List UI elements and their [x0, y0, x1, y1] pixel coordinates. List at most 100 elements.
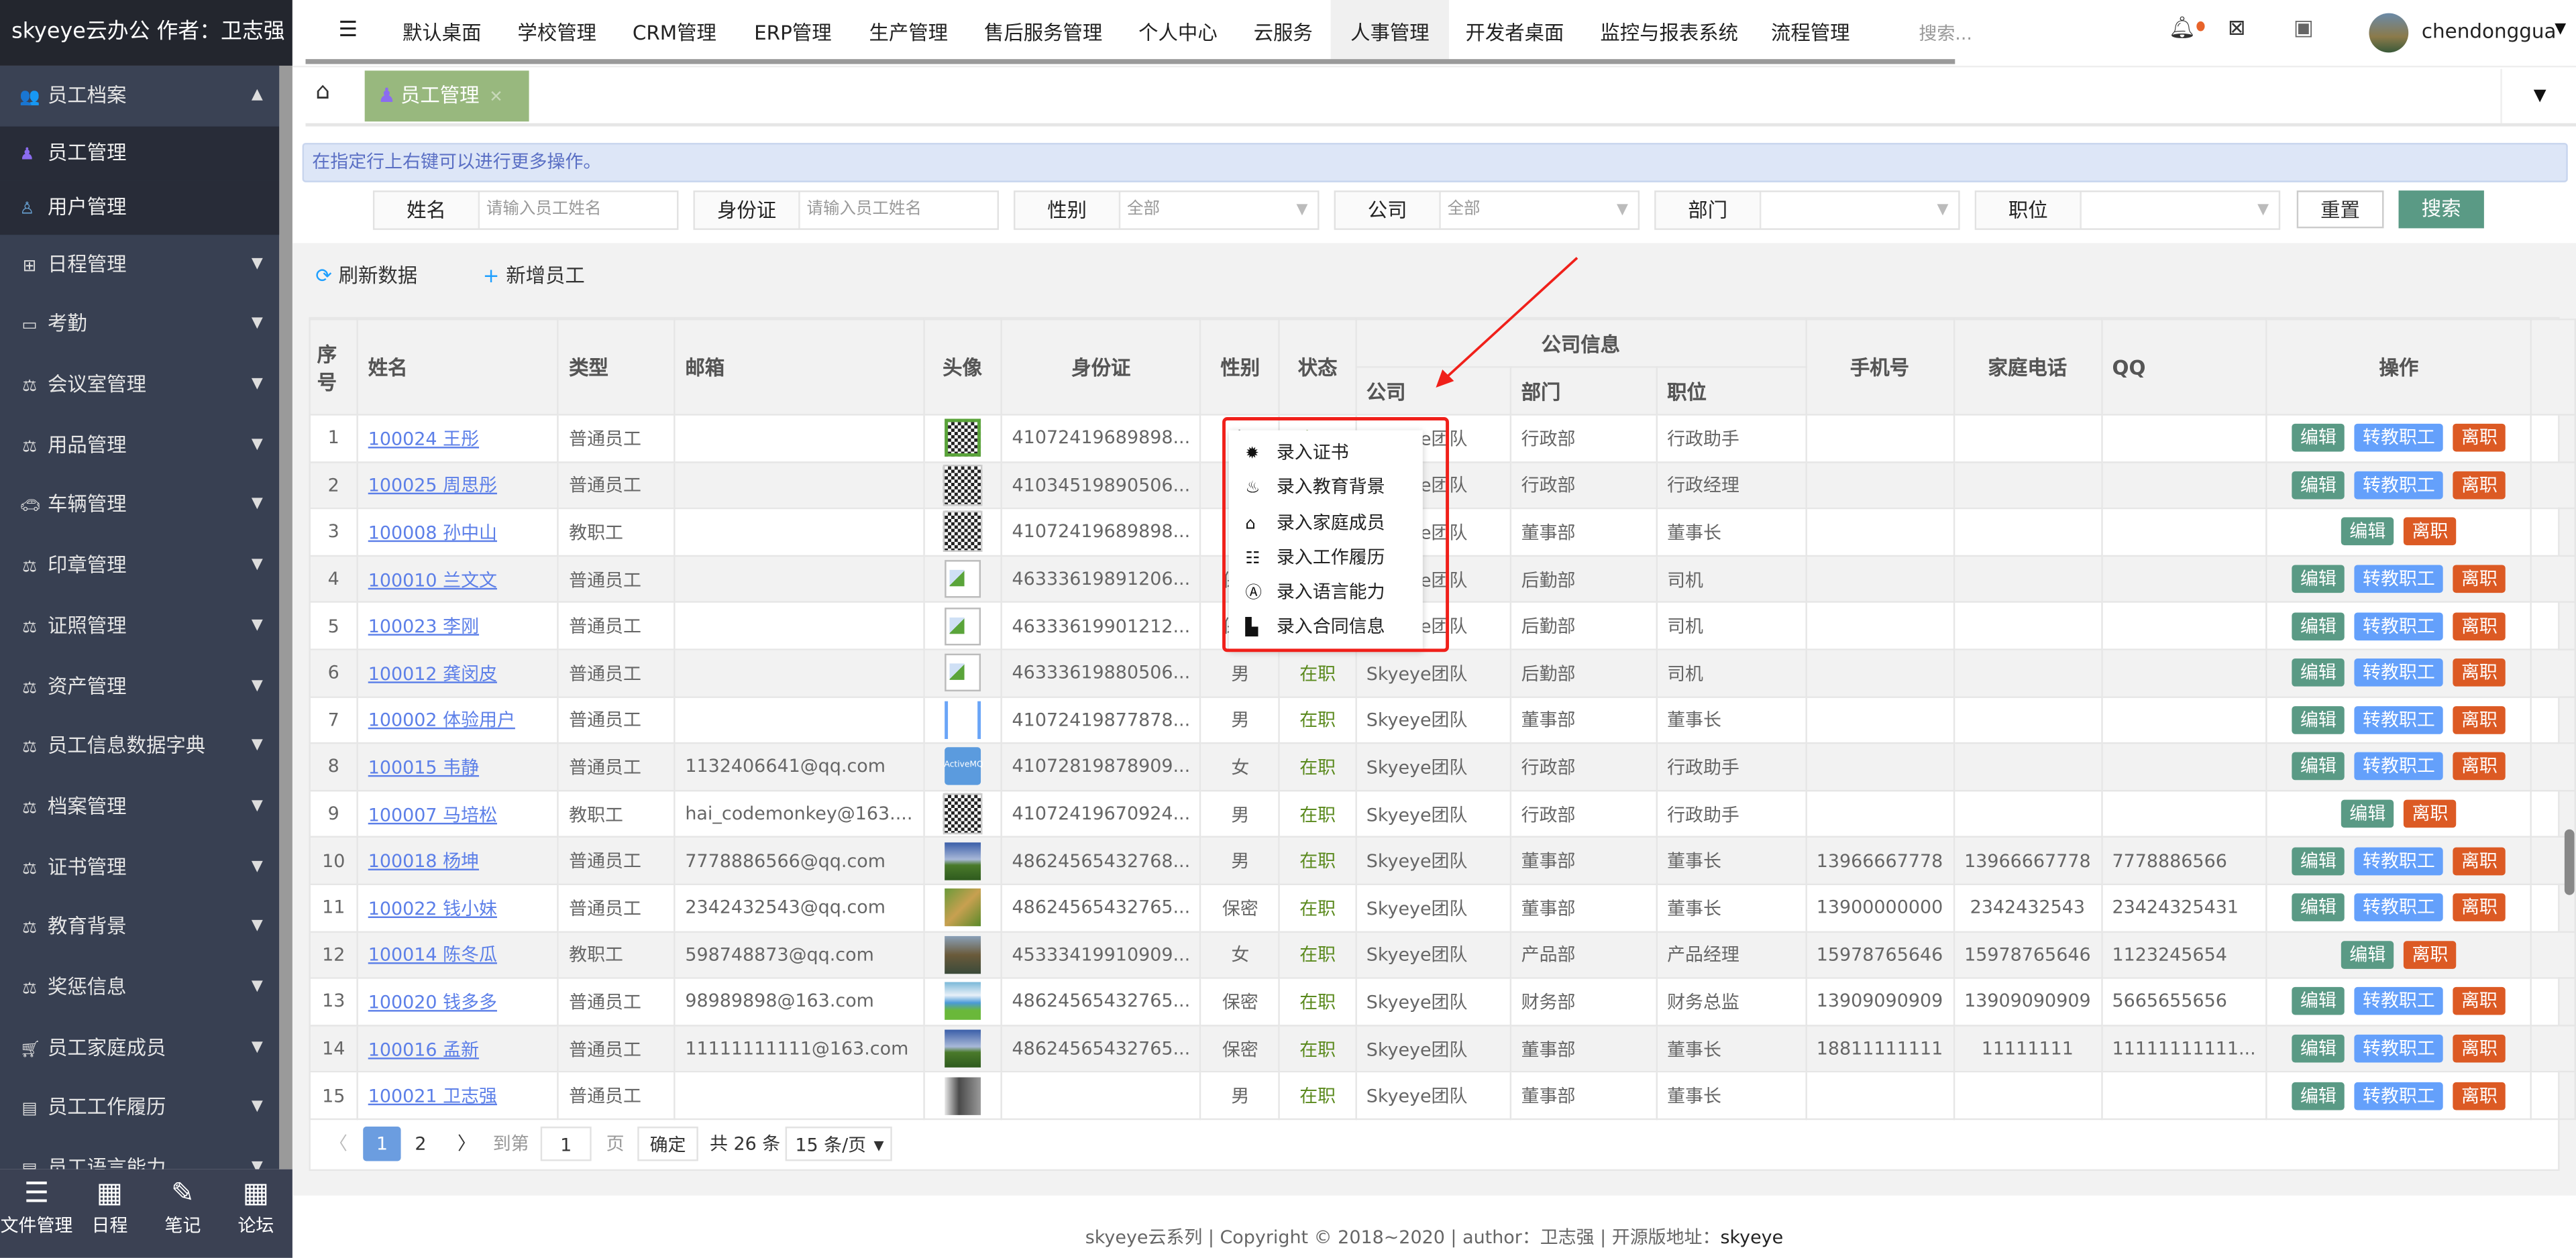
edit-button[interactable]: 编辑 [2292, 705, 2345, 734]
edit-button[interactable]: 编辑 [2341, 940, 2394, 969]
transfer-button[interactable]: 转教职工 [2354, 893, 2444, 922]
home-icon[interactable]: ⌂ [315, 79, 330, 105]
employee-link[interactable]: 100007 马培松 [368, 804, 497, 825]
search-button[interactable]: 搜索 [2398, 190, 2484, 229]
page-scrollbar[interactable] [2564, 829, 2575, 895]
nav-item[interactable]: 云服务 [1234, 0, 1332, 62]
resign-button[interactable]: 离职 [2453, 612, 2506, 640]
bottom-notes[interactable]: ✎ 笔记 [146, 1169, 219, 1258]
resign-button[interactable]: 离职 [2453, 846, 2506, 875]
transfer-button[interactable]: 转教职工 [2354, 987, 2444, 1016]
edit-button[interactable]: 编辑 [2292, 424, 2345, 453]
table-row[interactable]: 14 100016 孟新 普通员工 11111111111@163.com 486245… [309, 1024, 2576, 1073]
sidebar-item[interactable]: 🛒︎ 员工家庭成员 ▼ [0, 1017, 279, 1078]
filter-input[interactable]: 请输入员工姓名 [800, 192, 998, 229]
employee-link[interactable]: 100012 龚闵皮 [368, 663, 497, 685]
employee-link[interactable]: 100018 杨坤 [368, 851, 479, 872]
edit-button[interactable]: 编辑 [2292, 565, 2345, 593]
edit-button[interactable]: 编辑 [2292, 612, 2345, 640]
resign-button[interactable]: 离职 [2453, 565, 2506, 593]
bell-icon[interactable]: 🔔︎ [2169, 16, 2196, 41]
table-row[interactable]: 11 100022 钱小妹 普通员工 2342432543@qq.com 4862456… [309, 883, 2576, 932]
sidebar-item[interactable]: ⚖ 奖惩信息 ▼ [0, 958, 279, 1018]
edit-button[interactable]: 编辑 [2292, 1034, 2345, 1063]
resign-button[interactable]: 离职 [2453, 471, 2506, 500]
transfer-button[interactable]: 转教职工 [2354, 612, 2444, 640]
edit-button[interactable]: 编辑 [2292, 987, 2345, 1016]
resign-button[interactable]: 离职 [2453, 1081, 2506, 1110]
transfer-button[interactable]: 转教职工 [2354, 1034, 2444, 1063]
employee-link[interactable]: 100008 孙中山 [368, 522, 497, 544]
avatar-image[interactable]: ActiveMQ [944, 748, 983, 786]
user-dropdown-icon[interactable]: ▼ [2555, 21, 2566, 38]
edit-button[interactable]: 编辑 [2292, 471, 2345, 500]
goto-confirm-button[interactable]: 确定 [637, 1127, 698, 1161]
sidebar-scrollbar[interactable] [279, 65, 292, 1169]
goto-page-input[interactable]: 1 [540, 1127, 592, 1161]
username[interactable]: chendonggua [2422, 19, 2569, 42]
avatar-image[interactable] [944, 607, 981, 645]
bottom-file-management[interactable]: ☰ 文件管理 [0, 1169, 73, 1258]
tab-dropdown-icon[interactable]: ▼ [2500, 68, 2576, 123]
nav-item[interactable]: 人事管理 [1330, 0, 1450, 63]
sidebar-item[interactable]: ⚖ 资产管理 ▼ [0, 656, 279, 716]
page-size-select[interactable]: 15 条/页 ▼ [785, 1127, 892, 1161]
resign-button[interactable]: 离职 [2453, 659, 2506, 687]
refresh-button[interactable]: ⟳ 刷新数据 [315, 264, 447, 287]
nav-item[interactable]: ERP管理 [735, 0, 851, 62]
fullscreen-icon[interactable]: ⊠ [2228, 16, 2246, 41]
avatar-image[interactable] [944, 982, 981, 1021]
employee-link[interactable]: 100014 陈冬瓜 [368, 945, 497, 966]
edit-button[interactable]: 编辑 [2292, 1081, 2345, 1110]
resign-button[interactable]: 离职 [2453, 424, 2506, 453]
avatar-image[interactable] [944, 935, 981, 974]
employee-link[interactable]: 100023 李刚 [368, 616, 479, 638]
sidebar-item[interactable]: ⚖ 员工信息数据字典 ▼ [0, 716, 279, 777]
close-icon[interactable]: ✕ [489, 89, 503, 107]
sidebar-item[interactable]: ▭ 考勤 ▼ [0, 294, 279, 355]
avatar-image[interactable] [943, 511, 982, 553]
sidebar-item[interactable]: ⊞ 日程管理 ▼ [0, 234, 279, 294]
sidebar-item[interactable]: ⚖ 证书管理 ▼ [0, 837, 279, 897]
sidebar-item-user-management[interactable]: ♙ 用户管理 [0, 180, 280, 235]
nav-item[interactable]: 个人中心 [1119, 0, 1237, 62]
prev-page-button[interactable]: 〈 [325, 1127, 352, 1161]
reset-button[interactable]: 重置 [2296, 190, 2384, 229]
sidebar-item[interactable]: 🚗︎ 车辆管理 ▼ [0, 475, 279, 536]
table-row[interactable]: 9 100007 马培松 教职工 hai_codemonkey@163.... 4107… [309, 789, 2576, 838]
avatar-image[interactable] [943, 793, 982, 835]
employee-link[interactable]: 100002 体验用户 [368, 710, 515, 732]
nav-item[interactable]: 流程管理 [1752, 0, 1870, 62]
user-avatar[interactable] [2369, 13, 2409, 53]
resign-button[interactable]: 离职 [2453, 987, 2506, 1016]
avatar-image[interactable] [944, 560, 981, 598]
sidebar-item[interactable]: ⚖ 档案管理 ▼ [0, 777, 279, 837]
employee-link[interactable]: 100025 周思彤 [368, 475, 497, 497]
transfer-button[interactable]: 转教职工 [2354, 424, 2444, 453]
avatar-image[interactable] [944, 1076, 981, 1114]
sidebar-item[interactable]: ⚖ 印章管理 ▼ [0, 536, 279, 596]
avatar-image[interactable] [943, 464, 982, 506]
transfer-button[interactable]: 转教职工 [2354, 752, 2444, 781]
sidebar-item[interactable]: ⚖ 会议室管理 ▼ [0, 355, 279, 415]
edit-button[interactable]: 编辑 [2292, 893, 2345, 922]
bottom-forum[interactable]: ▦ 论坛 [219, 1169, 292, 1258]
avatar-image[interactable] [944, 889, 981, 927]
nav-item[interactable]: 默认桌面 [383, 0, 501, 62]
avatar-image[interactable] [944, 654, 981, 692]
avatar-image[interactable] [944, 419, 981, 457]
bottom-schedule[interactable]: ▦ 日程 [73, 1169, 146, 1258]
employee-link[interactable]: 100020 钱多多 [368, 992, 497, 1013]
sidebar-item[interactable]: ▤ 员工工作履历 ▼ [0, 1078, 279, 1138]
filter-select[interactable]: ▼ [2082, 192, 2279, 229]
employee-link[interactable]: 100021 卫志强 [368, 1086, 497, 1107]
resign-button[interactable]: 离职 [2404, 518, 2457, 547]
language-icon[interactable]: ▣ [2294, 16, 2314, 41]
table-row[interactable]: 7 100002 体验用户 普通员工 41072419877878... 男在职 Skye… [309, 695, 2576, 744]
filter-select[interactable]: 全部 ▼ [1120, 192, 1318, 229]
transfer-button[interactable]: 转教职工 [2354, 705, 2444, 734]
nav-item[interactable]: CRM管理 [612, 0, 736, 62]
sidebar-group-employee-archive[interactable]: 👥 员工档案 ▲ [0, 65, 280, 126]
table-row[interactable]: 6 100012 龚闵皮 普通员工 46333619880506... 男在职 Skyey… [309, 648, 2576, 697]
resign-button[interactable]: 离职 [2404, 940, 2457, 969]
